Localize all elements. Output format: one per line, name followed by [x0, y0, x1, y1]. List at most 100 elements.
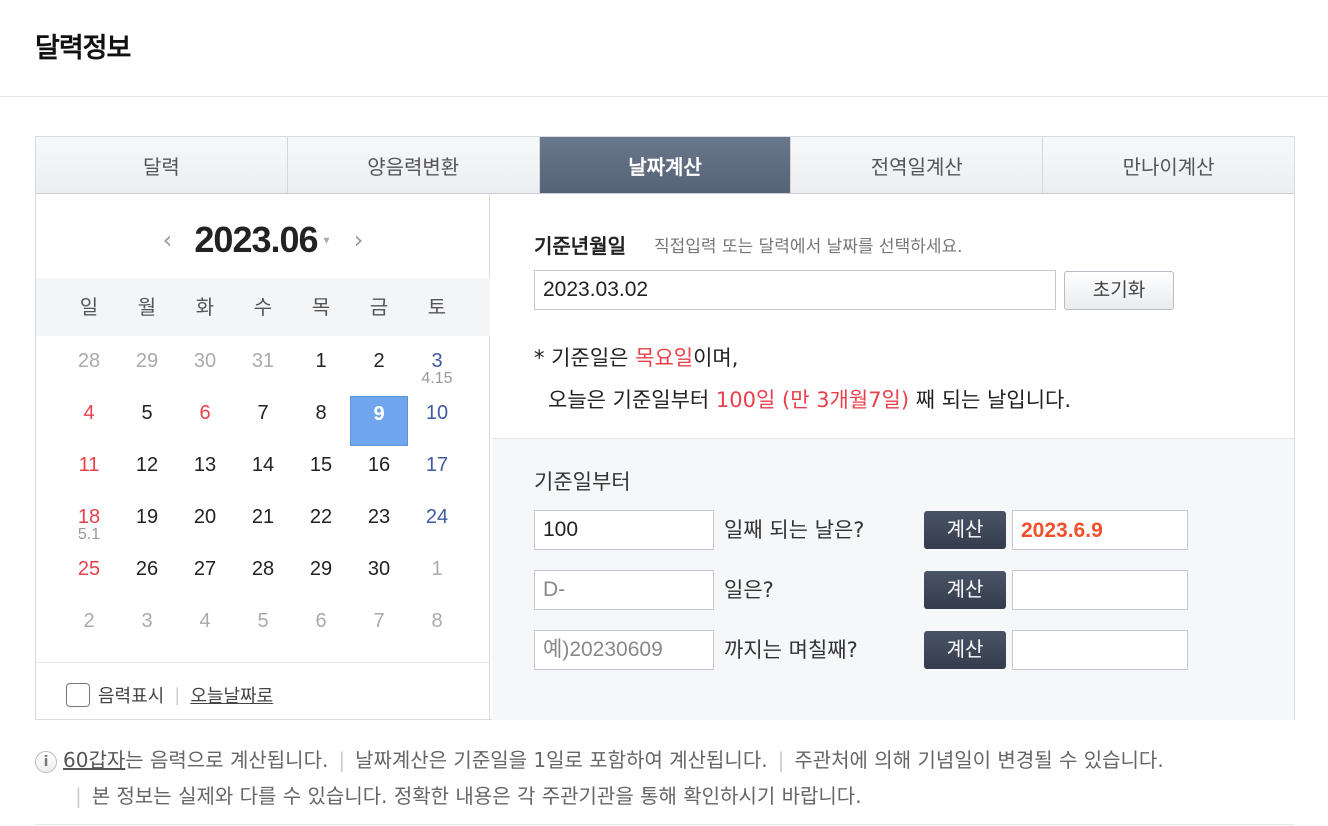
day-number: 12 — [135, 454, 159, 476]
days-until-question: 까지는 며칠째? — [724, 638, 858, 662]
footer-separator: | — [174, 684, 181, 706]
day-number: 28 — [77, 350, 101, 372]
calendar-day[interactable]: 10 — [408, 396, 466, 446]
weekday-fri: 금 — [369, 295, 389, 319]
tab-date-calc[interactable]: 날짜계산 — [539, 137, 792, 193]
note-4: 본 정보는 실제와 다를 수 있습니다. 정확한 내용은 각 주관기관을 통해 … — [91, 784, 862, 808]
tab-discharge-calc[interactable]: 전역일계산 — [791, 137, 1044, 193]
calendar-day[interactable]: 4 — [176, 604, 234, 654]
calendar-day[interactable]: 22 — [292, 500, 350, 550]
tab-age-calc[interactable]: 만나이계산 — [1043, 137, 1294, 193]
calendar-day[interactable]: 27 — [176, 552, 234, 602]
base-date-input[interactable]: 2023.03.02 — [534, 270, 1056, 310]
calendar-day[interactable]: 2 — [350, 344, 408, 394]
calendar-day[interactable]: 8 — [408, 604, 466, 654]
calendar-day[interactable]: 14 — [234, 448, 292, 498]
note-3: 주관처에 의해 기념일이 변경될 수 있습니다. — [794, 748, 1164, 772]
calendar-day-selected[interactable]: 9 — [350, 396, 408, 446]
tab-solar-lunar-convert[interactable]: 양음력변환 — [287, 137, 540, 193]
target-date-input[interactable]: 예)20230609 — [534, 630, 714, 670]
calendar-day[interactable]: 19 — [118, 500, 176, 550]
info-suffix: 이며, — [693, 346, 739, 370]
day-number: 2 — [83, 610, 95, 632]
day-number: 14 — [251, 454, 275, 476]
base-date-label: 기준년월일 — [534, 234, 626, 258]
calendar-day[interactable]: 25 — [60, 552, 118, 602]
calendar-day[interactable]: 30 — [176, 344, 234, 394]
calendar-day[interactable]: 1 — [292, 344, 350, 394]
chevron-left-icon[interactable]: ‹ — [152, 226, 182, 254]
calendar-day[interactable]: 7 — [234, 396, 292, 446]
calc-button[interactable]: 계산 — [924, 511, 1006, 549]
calendar-day[interactable]: 15 — [292, 448, 350, 498]
calendar-day[interactable]: 18 5.1 — [60, 500, 118, 550]
day-number: 31 — [251, 350, 275, 372]
calendar-day[interactable]: 23 — [350, 500, 408, 550]
day-number: 26 — [135, 558, 159, 580]
calendar-day[interactable]: 3 — [118, 604, 176, 654]
calendar-day[interactable]: 3 4.15 — [408, 344, 466, 394]
calendar-widget: 달력 양음력변환 날짜계산 전역일계산 만나이계산 ‹ 2023.06 ▾ › … — [35, 136, 1295, 720]
note-separator: | — [777, 748, 785, 772]
calendar-day[interactable]: 24 — [408, 500, 466, 550]
day-number: 29 — [135, 350, 159, 372]
tab-calendar[interactable]: 달력 — [36, 137, 288, 193]
calendar-day[interactable]: 5 — [118, 396, 176, 446]
calendar-day[interactable]: 4 — [60, 396, 118, 446]
day-number: 8 — [431, 610, 443, 632]
d-day-input[interactable]: D- — [534, 570, 714, 610]
calc-row-d-day: D- 일은? 계산 — [534, 570, 1194, 610]
calendar-day[interactable]: 29 — [292, 552, 350, 602]
calendar-day[interactable]: 11 — [60, 448, 118, 498]
calendar-day[interactable]: 13 — [176, 448, 234, 498]
calendar-day[interactable]: 21 — [234, 500, 292, 550]
nth-day-input[interactable]: 100 — [534, 510, 714, 550]
calc-button[interactable]: 계산 — [924, 571, 1006, 609]
calc-button[interactable]: 계산 — [924, 631, 1006, 669]
calc-section-label: 기준일부터 — [534, 470, 631, 494]
calendar-day[interactable]: 16 — [350, 448, 408, 498]
day-number: 6 — [199, 402, 211, 424]
info-icon: i — [35, 750, 57, 773]
lunar-display-label[interactable]: 음력표시 — [98, 682, 164, 708]
nth-day-result: 2023.6.9 — [1012, 510, 1188, 550]
calendar-day[interactable]: 17 — [408, 448, 466, 498]
day-number: 25 — [77, 558, 101, 580]
lunar-display-checkbox[interactable] — [66, 683, 90, 707]
day-number: 30 — [367, 558, 391, 580]
calendar-day[interactable]: 2 — [60, 604, 118, 654]
calendar-day[interactable]: 6 — [176, 396, 234, 446]
day-number: 5 — [141, 402, 153, 424]
lunar-date: 5.1 — [77, 526, 101, 543]
reset-button[interactable]: 초기화 — [1064, 271, 1174, 310]
calendar-day[interactable]: 5 — [234, 604, 292, 654]
day-number: 4 — [83, 402, 95, 424]
day-number: 27 — [193, 558, 217, 580]
day-number: 6 — [315, 610, 327, 632]
chevron-right-icon[interactable]: › — [344, 226, 374, 254]
sexagenary-link[interactable]: 60갑자 — [63, 748, 125, 772]
calendar-day[interactable]: 6 — [292, 604, 350, 654]
calendar-day[interactable]: 8 — [292, 396, 350, 446]
d-day-question: 일은? — [724, 578, 774, 602]
calendar-day[interactable]: 26 — [118, 552, 176, 602]
weekday-wed: 수 — [253, 295, 273, 319]
chevron-down-icon[interactable]: ▾ — [324, 233, 330, 247]
calendar-day[interactable]: 7 — [350, 604, 408, 654]
calendar-day[interactable]: 31 — [234, 344, 292, 394]
day-number: 8 — [315, 402, 327, 424]
calendar-day[interactable]: 1 — [408, 552, 466, 602]
calendar-day[interactable]: 30 — [350, 552, 408, 602]
d-day-result — [1012, 570, 1188, 610]
weekday-sun: 일 — [79, 295, 99, 319]
calendar-day[interactable]: 28 — [234, 552, 292, 602]
nth-day-question: 일째 되는 날은? — [724, 518, 865, 542]
elapsed-info: 오늘은 기준일부터 100일 (만 3개월7일) 째 되는 날입니다. — [548, 384, 1071, 414]
calendar-day[interactable]: 29 — [118, 344, 176, 394]
calendar-day[interactable]: 20 — [176, 500, 234, 550]
calendar-day[interactable]: 12 — [118, 448, 176, 498]
calendar-day[interactable]: 28 — [60, 344, 118, 394]
day-number: 1 — [431, 558, 443, 580]
go-today-link[interactable]: 오늘날짜로 — [190, 682, 273, 708]
weekday-mon: 월 — [137, 295, 157, 319]
